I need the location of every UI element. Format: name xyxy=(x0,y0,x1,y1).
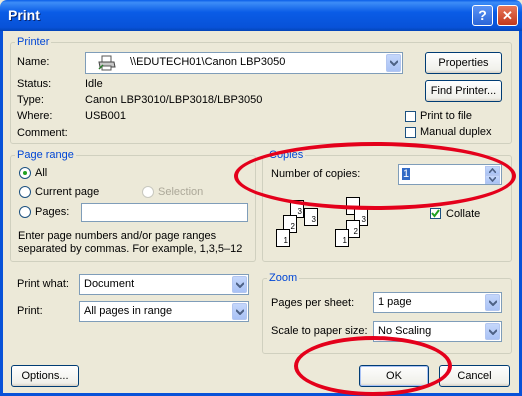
print-label: Print: xyxy=(17,305,43,317)
manual-duplex-checkbox[interactable] xyxy=(405,127,416,138)
pages-input[interactable] xyxy=(81,203,248,222)
options-button[interactable]: Options... xyxy=(11,365,79,387)
page-range-group-label: Page range xyxy=(17,149,74,161)
page-range-help-line2: separated by commas. For example, 1,3,5–… xyxy=(18,243,243,255)
print-select[interactable]: All pages in range xyxy=(79,301,249,322)
chevron-down-icon[interactable] xyxy=(485,294,500,311)
copies-annotation-ellipse xyxy=(234,142,516,210)
collate-label: Collate xyxy=(446,208,481,220)
ok-annotation-ellipse xyxy=(294,336,452,396)
chevron-down-icon[interactable] xyxy=(485,323,500,340)
pages-per-sheet-label: Pages per sheet: xyxy=(271,297,355,309)
all-label: All xyxy=(35,167,48,179)
type-label: Type: xyxy=(17,94,44,106)
printer-group-label: Printer xyxy=(17,36,50,48)
chevron-down-icon[interactable] xyxy=(232,303,247,320)
comment-label: Comment: xyxy=(17,127,68,139)
close-icon[interactable]: ✕ xyxy=(497,5,518,26)
pages-radio[interactable] xyxy=(19,206,31,218)
properties-button[interactable]: Properties xyxy=(425,52,502,74)
where-value: USB001 xyxy=(85,110,126,122)
current-page-label: Current page xyxy=(35,186,100,198)
printer-icon xyxy=(98,55,116,74)
print-what-select[interactable]: Document xyxy=(79,274,249,295)
scale-value: No Scaling xyxy=(378,325,432,337)
page-icon: 3 xyxy=(304,208,318,226)
current-page-radio[interactable] xyxy=(19,186,31,198)
chevron-down-icon[interactable] xyxy=(386,54,401,72)
where-label: Where: xyxy=(17,110,53,122)
selection-label: Selection xyxy=(158,186,204,198)
manual-duplex-label: Manual duplex xyxy=(420,126,492,138)
scale-label: Scale to paper size: xyxy=(271,325,368,337)
collate-checkbox[interactable] xyxy=(430,208,441,219)
find-printer-button[interactable]: Find Printer... xyxy=(425,80,502,102)
help-icon[interactable]: ? xyxy=(472,5,493,26)
zoom-group-label: Zoom xyxy=(269,272,298,284)
status-value: Idle xyxy=(85,78,103,90)
status-label: Status: xyxy=(17,78,52,90)
print-to-file-label: Print to file xyxy=(420,110,472,122)
pages-per-sheet-select[interactable]: 1 page xyxy=(373,292,502,313)
pages-per-sheet-value: 1 page xyxy=(378,296,412,308)
type-value: Canon LBP3010/LBP3018/LBP3050 xyxy=(85,94,263,106)
printer-name-value: \\EDUTECH01\Canon LBP3050 xyxy=(130,56,286,68)
printer-name-label: Name: xyxy=(17,56,50,68)
selection-radio[interactable] xyxy=(142,186,154,198)
page-icon: 1 xyxy=(335,229,349,247)
title-bar xyxy=(0,0,522,31)
page-range-help-line1: Enter page numbers and/or page ranges xyxy=(18,230,217,242)
window-title: Print xyxy=(8,7,40,23)
printer-name-select[interactable]: \\EDUTECH01\Canon LBP3050 xyxy=(85,52,403,74)
pages-label: Pages: xyxy=(35,206,70,218)
print-to-file-checkbox[interactable] xyxy=(405,111,416,122)
all-radio[interactable] xyxy=(19,167,31,179)
page-icon: 1 xyxy=(276,229,290,247)
print-what-label: Print what: xyxy=(17,278,69,290)
print-value: All pages in range xyxy=(84,305,173,317)
chevron-down-icon[interactable] xyxy=(232,276,247,293)
print-what-value: Document xyxy=(84,278,135,290)
